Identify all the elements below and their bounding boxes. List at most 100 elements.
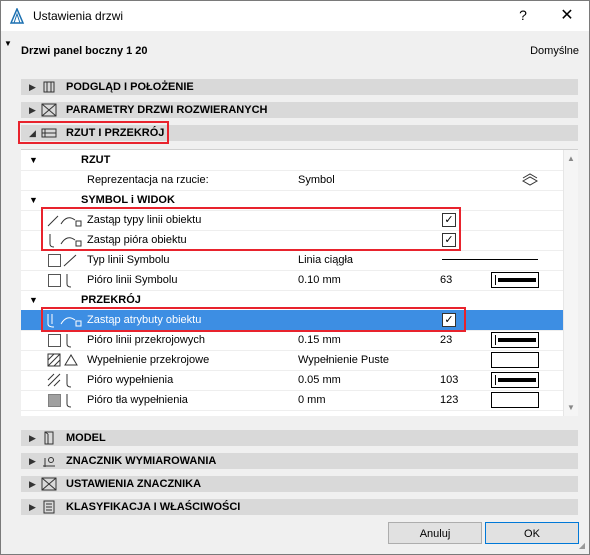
pen-swatch[interactable] [491,332,539,348]
symbol-line-type-checkbox[interactable] [48,254,61,267]
close-button[interactable]: ✕ [557,5,577,25]
row-symbol-line-type[interactable]: Typ linii Symbolu Linia ciągła [21,250,564,271]
row-fill-background-pen[interactable]: Pióro tła wypełnienia 0 mm 123 [21,390,564,411]
cut-line-pen-label: Pióro linii przekrojowych [87,334,205,346]
scroll-down-icon[interactable]: ▼ [567,403,575,412]
group-label: RZUT [81,154,111,166]
cut-line-pen-checkbox[interactable] [48,334,61,347]
collapse-arrow-icon: ◢ [29,128,36,138]
preview-icon [43,81,55,93]
override-line-types-label: Zastąp typy linii obiektu [87,214,202,226]
override-attributes-checkbox[interactable]: ✓ [442,313,456,327]
fill-pen-icon [47,373,72,388]
expand-arrow-icon: ▶ [29,105,36,115]
line-type-icon [63,254,77,267]
title-bar: Ustawienia drzwi ? ✕ [1,1,589,31]
pen-swatch[interactable] [491,272,539,288]
symbol-representation-icon [521,173,539,186]
row-fill-pen[interactable]: Pióro wypełnienia 0.05 mm 103 [21,370,564,391]
marker-settings-icon [41,477,57,491]
help-button[interactable]: ? [513,7,533,23]
override-attributes-label: Zastąp atrybuty obiektu [87,314,202,326]
section-model[interactable]: ▶ MODEL [21,430,578,446]
cut-line-pen-value: 0.15 mm [298,334,341,346]
section-label: ZNACZNIK WYMIAROWANIA [66,455,217,467]
collapse-arrow-icon: ▼ [29,155,38,165]
representation-value[interactable]: Symbol [298,174,335,186]
collapse-arrow-icon: ▼ [29,295,38,305]
row-override-attributes[interactable]: Zastąp atrybuty obiektu ✓ [21,310,564,331]
cut-fill-label: Wypełnienie przekrojowe [87,354,210,366]
group-header-rzut[interactable]: ▼ RZUT [21,150,564,171]
fill-background-pen-number: 123 [440,394,459,406]
ok-button[interactable]: OK [485,522,579,544]
section-label: USTAWIENIA ZNACZNIKA [66,478,202,490]
model-icon [44,431,54,445]
fill-background-icon [48,394,61,407]
classification-icon [43,500,55,514]
dimension-marker-icon [43,457,55,467]
window-title: Ustawienia drzwi [33,9,124,23]
section-marker-settings[interactable]: ▶ USTAWIENIA ZNACZNIKA [21,476,578,492]
fill-background-pen-value: 0 mm [298,394,326,406]
expand-arrow-icon: ▶ [29,433,36,443]
section-label: PODGLĄD I POŁOŻENIE [66,81,194,93]
cancel-button[interactable]: Anuluj [388,522,482,544]
pen-icon [66,394,72,408]
dialog-window: Ustawienia drzwi ? ✕ ▼ Drzwi panel boczn… [0,0,590,555]
parameters-icon [41,103,57,117]
expand-arrow-icon: ▶ [29,456,36,466]
pen-swatch[interactable] [491,372,539,388]
cut-fill-icon [47,353,78,367]
section-label: KLASYFIKACJA I WŁAŚCIWOŚCI [66,501,241,513]
collapse-arrow-icon: ▼ [29,195,38,205]
cut-line-pen-number: 23 [440,334,453,346]
scroll-up-icon[interactable]: ▲ [567,154,575,163]
section-label: RZUT I PRZEKRÓJ [66,127,165,139]
row-cut-fill[interactable]: Wypełnienie przekrojowe Wypełnienie Pust… [21,350,564,371]
override-pens-checkbox[interactable]: ✓ [442,233,456,247]
section-label: PARAMETRY DRZWI ROZWIERANYCH [66,104,268,116]
section-classification[interactable]: ▶ KLASYFIKACJA I WŁAŚCIWOŚCI [21,499,578,515]
symbol-pen-value: 0.10 mm [298,274,341,286]
fill-background-pen-label: Pióro tła wypełnienia [87,394,188,406]
floorplan-section-panel: ▼ RZUT Reprezentacja na rzucie: Symbol ▼… [21,149,578,416]
section-preview-position[interactable]: ▶ PODGLĄD I POŁOŻENIE [21,79,578,95]
override-pens-label: Zastąp pióra obiektu [87,234,187,246]
row-override-pens[interactable]: Zastąp pióra obiektu ✓ [21,230,564,251]
fill-pen-label: Pióro wypełnienia [87,374,174,386]
fill-swatch[interactable] [491,352,539,368]
pen-icon [66,334,72,348]
row-cut-line-pen[interactable]: Pióro linii przekrojowych 0.15 mm 23 [21,330,564,351]
expand-arrow-icon: ▶ [29,82,36,92]
row-override-line-types[interactable]: Zastąp typy linii obiektu ✓ [21,210,564,231]
pen-icon [66,274,72,288]
expand-arrow-icon: ▶ [29,479,36,489]
cut-fill-value[interactable]: Wypełnienie Puste [298,354,389,366]
resize-grip-icon[interactable]: ◢ [579,541,585,550]
symbol-line-type-value[interactable]: Linia ciągła [298,254,353,266]
group-header-symbol[interactable]: ▼ SYMBOL i WIDOK [21,190,564,211]
group-label: SYMBOL i WIDOK [81,194,175,206]
symbol-pen-number: 63 [440,274,453,286]
default-button[interactable]: Domyślne [530,45,579,57]
fill-pen-number: 103 [440,374,459,386]
fill-pen-value: 0.05 mm [298,374,341,386]
section-floorplan-section[interactable]: ◢ RZUT I PRZEKRÓJ [21,125,578,141]
collapse-header-icon[interactable]: ▼ [4,39,12,48]
override-line-types-checkbox[interactable]: ✓ [442,213,456,227]
pen-swatch[interactable] [491,392,539,408]
section-door-parameters[interactable]: ▶ PARAMETRY DRZWI ROZWIERANYCH [21,102,578,118]
representation-label: Reprezentacja na rzucie: [87,174,209,186]
group-header-section[interactable]: ▼ PRZEKRÓJ [21,290,564,311]
symbol-line-type-label: Typ linii Symbolu [87,254,170,266]
group-label: PRZEKRÓJ [81,294,141,306]
row-symbol-pen[interactable]: Pióro linii Symbolu 0.10 mm 63 [21,270,564,291]
panel-scrollbar[interactable]: ▲ ▼ [563,150,578,416]
object-name: Drzwi panel boczny 1 20 [21,45,148,57]
section-dimension-marker[interactable]: ▶ ZNACZNIK WYMIAROWANIA [21,453,578,469]
section-label: MODEL [66,432,106,444]
row-representation[interactable]: Reprezentacja na rzucie: Symbol [21,170,564,191]
symbol-pen-checkbox[interactable] [48,274,61,287]
archicad-app-icon [9,8,25,24]
